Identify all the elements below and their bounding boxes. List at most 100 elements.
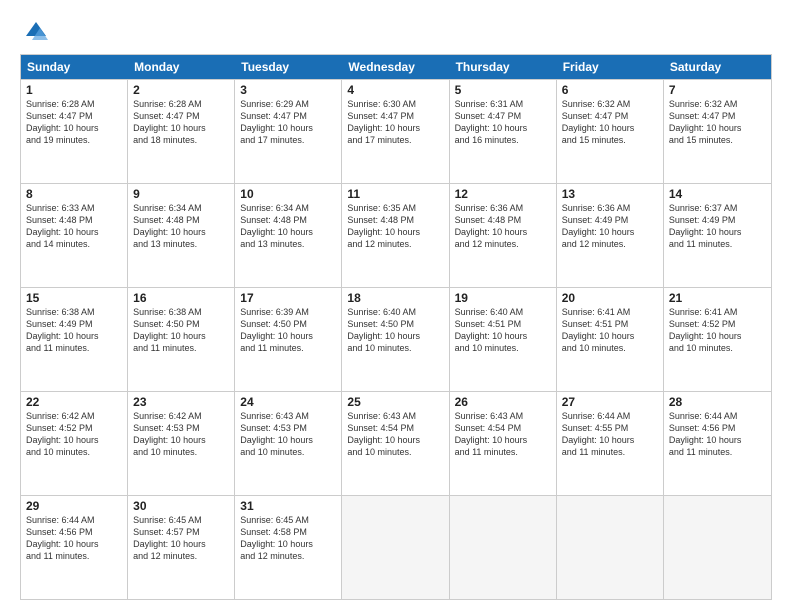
calendar-body: 1Sunrise: 6:28 AM Sunset: 4:47 PM Daylig… xyxy=(21,79,771,599)
day-number: 23 xyxy=(133,395,229,409)
day-info: Sunrise: 6:42 AM Sunset: 4:52 PM Dayligh… xyxy=(26,410,122,459)
day-number: 26 xyxy=(455,395,551,409)
day-info: Sunrise: 6:32 AM Sunset: 4:47 PM Dayligh… xyxy=(562,98,658,147)
table-row xyxy=(664,496,771,599)
day-info: Sunrise: 6:42 AM Sunset: 4:53 PM Dayligh… xyxy=(133,410,229,459)
header-day-thursday: Thursday xyxy=(450,55,557,79)
day-info: Sunrise: 6:33 AM Sunset: 4:48 PM Dayligh… xyxy=(26,202,122,251)
day-number: 21 xyxy=(669,291,766,305)
table-row: 31Sunrise: 6:45 AM Sunset: 4:58 PM Dayli… xyxy=(235,496,342,599)
table-row: 7Sunrise: 6:32 AM Sunset: 4:47 PM Daylig… xyxy=(664,80,771,183)
calendar-header: SundayMondayTuesdayWednesdayThursdayFrid… xyxy=(21,55,771,79)
table-row: 25Sunrise: 6:43 AM Sunset: 4:54 PM Dayli… xyxy=(342,392,449,495)
day-number: 30 xyxy=(133,499,229,513)
table-row: 1Sunrise: 6:28 AM Sunset: 4:47 PM Daylig… xyxy=(21,80,128,183)
day-info: Sunrise: 6:34 AM Sunset: 4:48 PM Dayligh… xyxy=(133,202,229,251)
header-day-friday: Friday xyxy=(557,55,664,79)
day-number: 22 xyxy=(26,395,122,409)
day-number: 29 xyxy=(26,499,122,513)
day-number: 7 xyxy=(669,83,766,97)
table-row: 4Sunrise: 6:30 AM Sunset: 4:47 PM Daylig… xyxy=(342,80,449,183)
day-info: Sunrise: 6:41 AM Sunset: 4:52 PM Dayligh… xyxy=(669,306,766,355)
header-day-sunday: Sunday xyxy=(21,55,128,79)
calendar: SundayMondayTuesdayWednesdayThursdayFrid… xyxy=(20,54,772,600)
day-info: Sunrise: 6:43 AM Sunset: 4:54 PM Dayligh… xyxy=(455,410,551,459)
day-number: 1 xyxy=(26,83,122,97)
day-number: 6 xyxy=(562,83,658,97)
header-day-wednesday: Wednesday xyxy=(342,55,449,79)
table-row: 2Sunrise: 6:28 AM Sunset: 4:47 PM Daylig… xyxy=(128,80,235,183)
logo xyxy=(20,18,52,46)
calendar-row: 1Sunrise: 6:28 AM Sunset: 4:47 PM Daylig… xyxy=(21,79,771,183)
day-info: Sunrise: 6:36 AM Sunset: 4:49 PM Dayligh… xyxy=(562,202,658,251)
day-info: Sunrise: 6:41 AM Sunset: 4:51 PM Dayligh… xyxy=(562,306,658,355)
table-row: 23Sunrise: 6:42 AM Sunset: 4:53 PM Dayli… xyxy=(128,392,235,495)
day-number: 27 xyxy=(562,395,658,409)
table-row xyxy=(342,496,449,599)
day-number: 2 xyxy=(133,83,229,97)
page: SundayMondayTuesdayWednesdayThursdayFrid… xyxy=(0,0,792,612)
table-row: 13Sunrise: 6:36 AM Sunset: 4:49 PM Dayli… xyxy=(557,184,664,287)
day-info: Sunrise: 6:38 AM Sunset: 4:50 PM Dayligh… xyxy=(133,306,229,355)
day-number: 25 xyxy=(347,395,443,409)
table-row xyxy=(450,496,557,599)
calendar-row: 15Sunrise: 6:38 AM Sunset: 4:49 PM Dayli… xyxy=(21,287,771,391)
header xyxy=(20,18,772,46)
table-row xyxy=(557,496,664,599)
day-info: Sunrise: 6:40 AM Sunset: 4:50 PM Dayligh… xyxy=(347,306,443,355)
table-row: 22Sunrise: 6:42 AM Sunset: 4:52 PM Dayli… xyxy=(21,392,128,495)
day-number: 9 xyxy=(133,187,229,201)
table-row: 18Sunrise: 6:40 AM Sunset: 4:50 PM Dayli… xyxy=(342,288,449,391)
table-row: 17Sunrise: 6:39 AM Sunset: 4:50 PM Dayli… xyxy=(235,288,342,391)
table-row: 28Sunrise: 6:44 AM Sunset: 4:56 PM Dayli… xyxy=(664,392,771,495)
table-row: 5Sunrise: 6:31 AM Sunset: 4:47 PM Daylig… xyxy=(450,80,557,183)
day-number: 31 xyxy=(240,499,336,513)
table-row: 30Sunrise: 6:45 AM Sunset: 4:57 PM Dayli… xyxy=(128,496,235,599)
day-info: Sunrise: 6:45 AM Sunset: 4:58 PM Dayligh… xyxy=(240,514,336,563)
table-row: 19Sunrise: 6:40 AM Sunset: 4:51 PM Dayli… xyxy=(450,288,557,391)
day-number: 18 xyxy=(347,291,443,305)
table-row: 24Sunrise: 6:43 AM Sunset: 4:53 PM Dayli… xyxy=(235,392,342,495)
day-info: Sunrise: 6:29 AM Sunset: 4:47 PM Dayligh… xyxy=(240,98,336,147)
table-row: 6Sunrise: 6:32 AM Sunset: 4:47 PM Daylig… xyxy=(557,80,664,183)
day-number: 28 xyxy=(669,395,766,409)
day-number: 19 xyxy=(455,291,551,305)
calendar-row: 22Sunrise: 6:42 AM Sunset: 4:52 PM Dayli… xyxy=(21,391,771,495)
calendar-row: 29Sunrise: 6:44 AM Sunset: 4:56 PM Dayli… xyxy=(21,495,771,599)
day-info: Sunrise: 6:44 AM Sunset: 4:56 PM Dayligh… xyxy=(669,410,766,459)
day-number: 4 xyxy=(347,83,443,97)
day-number: 10 xyxy=(240,187,336,201)
header-day-saturday: Saturday xyxy=(664,55,771,79)
day-info: Sunrise: 6:36 AM Sunset: 4:48 PM Dayligh… xyxy=(455,202,551,251)
table-row: 9Sunrise: 6:34 AM Sunset: 4:48 PM Daylig… xyxy=(128,184,235,287)
table-row: 11Sunrise: 6:35 AM Sunset: 4:48 PM Dayli… xyxy=(342,184,449,287)
day-number: 24 xyxy=(240,395,336,409)
day-number: 15 xyxy=(26,291,122,305)
day-number: 5 xyxy=(455,83,551,97)
day-info: Sunrise: 6:28 AM Sunset: 4:47 PM Dayligh… xyxy=(26,98,122,147)
table-row: 15Sunrise: 6:38 AM Sunset: 4:49 PM Dayli… xyxy=(21,288,128,391)
logo-icon xyxy=(20,18,48,46)
day-info: Sunrise: 6:43 AM Sunset: 4:54 PM Dayligh… xyxy=(347,410,443,459)
table-row: 27Sunrise: 6:44 AM Sunset: 4:55 PM Dayli… xyxy=(557,392,664,495)
day-info: Sunrise: 6:44 AM Sunset: 4:56 PM Dayligh… xyxy=(26,514,122,563)
day-info: Sunrise: 6:38 AM Sunset: 4:49 PM Dayligh… xyxy=(26,306,122,355)
day-info: Sunrise: 6:40 AM Sunset: 4:51 PM Dayligh… xyxy=(455,306,551,355)
day-info: Sunrise: 6:45 AM Sunset: 4:57 PM Dayligh… xyxy=(133,514,229,563)
table-row: 21Sunrise: 6:41 AM Sunset: 4:52 PM Dayli… xyxy=(664,288,771,391)
table-row: 12Sunrise: 6:36 AM Sunset: 4:48 PM Dayli… xyxy=(450,184,557,287)
header-day-monday: Monday xyxy=(128,55,235,79)
day-info: Sunrise: 6:30 AM Sunset: 4:47 PM Dayligh… xyxy=(347,98,443,147)
table-row: 20Sunrise: 6:41 AM Sunset: 4:51 PM Dayli… xyxy=(557,288,664,391)
day-info: Sunrise: 6:44 AM Sunset: 4:55 PM Dayligh… xyxy=(562,410,658,459)
day-number: 3 xyxy=(240,83,336,97)
day-number: 13 xyxy=(562,187,658,201)
day-info: Sunrise: 6:35 AM Sunset: 4:48 PM Dayligh… xyxy=(347,202,443,251)
day-number: 14 xyxy=(669,187,766,201)
table-row: 16Sunrise: 6:38 AM Sunset: 4:50 PM Dayli… xyxy=(128,288,235,391)
table-row: 10Sunrise: 6:34 AM Sunset: 4:48 PM Dayli… xyxy=(235,184,342,287)
day-info: Sunrise: 6:39 AM Sunset: 4:50 PM Dayligh… xyxy=(240,306,336,355)
day-number: 16 xyxy=(133,291,229,305)
header-day-tuesday: Tuesday xyxy=(235,55,342,79)
table-row: 29Sunrise: 6:44 AM Sunset: 4:56 PM Dayli… xyxy=(21,496,128,599)
